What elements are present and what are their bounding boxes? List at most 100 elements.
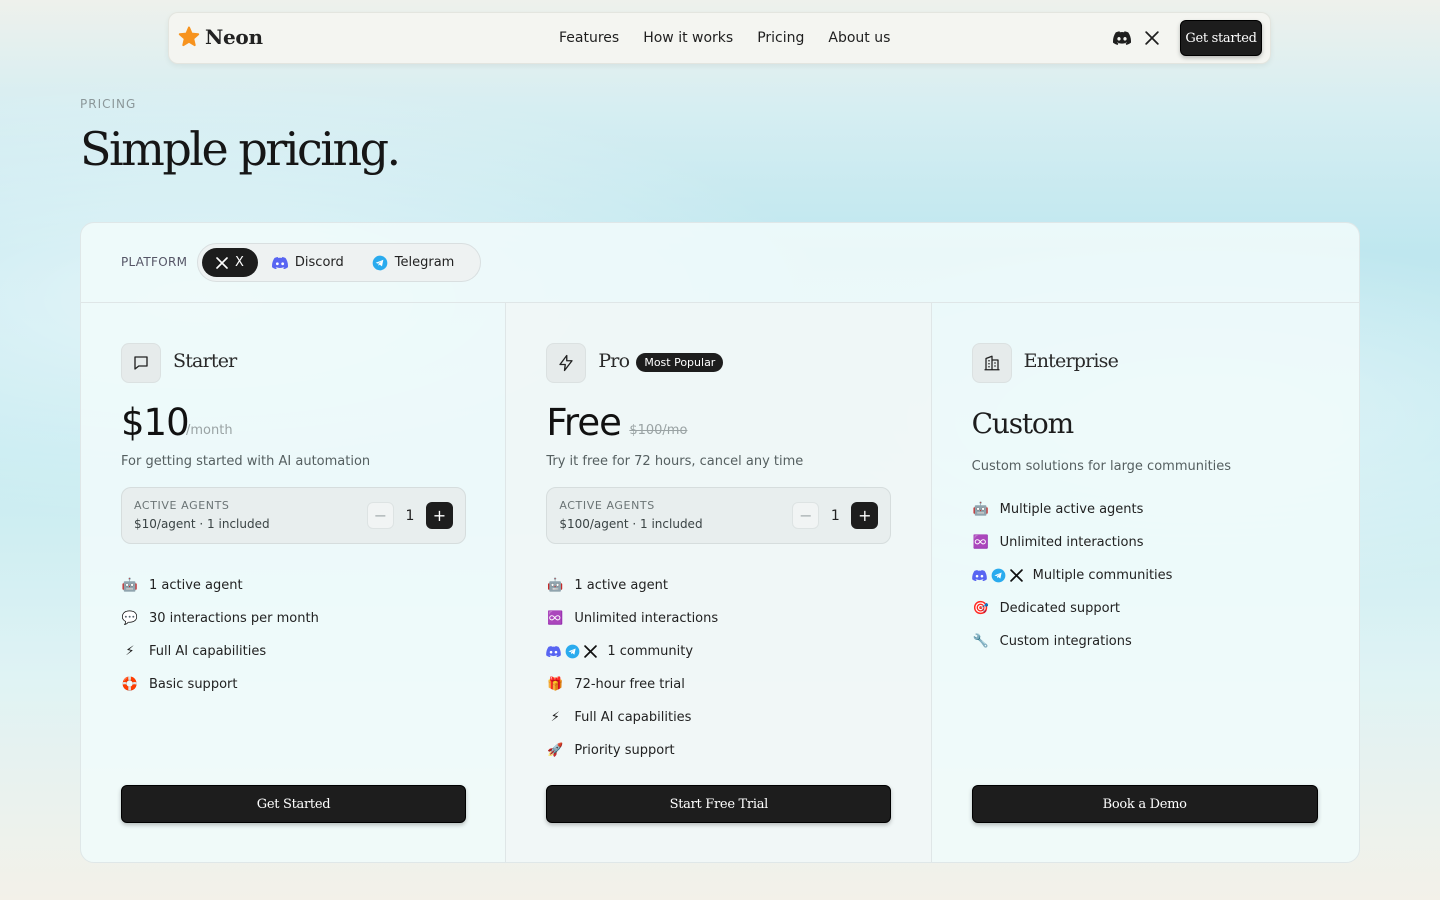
feature-text: Priority support [574, 743, 675, 758]
list-item: ⚡ Full AI capabilities [121, 635, 319, 668]
agents-stepper: − 1 + [792, 502, 879, 529]
feature-list: 🤖 1 active agent 💬 30 interactions per mon… [121, 569, 319, 701]
feature-text: Dedicated support [999, 601, 1121, 616]
plan-description: Custom solutions for large communities [971, 459, 1232, 474]
platform-icons [971, 568, 1023, 583]
decrement-button[interactable]: − [792, 502, 820, 529]
plan-original-price: $100/mo [629, 423, 688, 438]
agents-label: ACTIVE AGENTS [559, 499, 655, 512]
list-item: 💬 30 interactions per month [121, 602, 319, 635]
wrench-icon: 🔧 [972, 634, 989, 649]
chat-bubble-icon [121, 343, 161, 383]
robot-icon: 🤖 [972, 502, 989, 517]
book-demo-button[interactable]: Book a Demo [971, 785, 1318, 823]
discord-icon[interactable] [1112, 28, 1132, 48]
platform-icons [546, 644, 598, 659]
nav-right: Get started [1112, 20, 1262, 56]
list-item: 🔧 Custom integrations [972, 625, 1173, 658]
feature-text: Multiple communities [1032, 568, 1173, 583]
robot-icon: 🤖 [547, 578, 564, 593]
get-started-button[interactable]: Get started [1180, 20, 1262, 56]
list-item: 1 community [546, 635, 718, 668]
target-icon: 🎯 [972, 601, 989, 616]
list-item: 🤖 Multiple active agents [972, 493, 1173, 526]
x-icon [216, 256, 228, 269]
list-item: 🤖 1 active agent [546, 569, 718, 602]
list-item: Multiple communities [971, 559, 1173, 592]
robot-icon: 🤖 [121, 578, 139, 593]
feature-text: Unlimited interactions [574, 611, 719, 626]
discord-icon [546, 646, 562, 657]
feature-text: Multiple active agents [999, 502, 1144, 517]
list-item: 🛟 Basic support [121, 668, 319, 701]
plan-card-starter: Starter $10 /month For getting started w… [81, 303, 507, 862]
feature-text: 1 active agent [149, 578, 243, 593]
pricing-panel: PLATFORM X Discord Telegram Starter $10 [80, 222, 1360, 863]
speech-bubble-icon: 💬 [121, 611, 139, 626]
telegram-icon [565, 644, 580, 659]
section-eyebrow: PRICING [80, 97, 137, 111]
active-agents-box: ACTIVE AGENTS $10/agent · 1 included − 1… [121, 487, 466, 544]
feature-text: Full AI capabilities [149, 644, 267, 659]
platform-option-discord[interactable]: Discord [258, 248, 358, 277]
nav-link-features[interactable]: Features [559, 30, 619, 46]
building-icon [971, 343, 1012, 383]
nav-link-pricing[interactable]: Pricing [757, 30, 804, 46]
lightning-icon: ⚡ [125, 644, 135, 659]
x-icon[interactable] [1142, 28, 1162, 48]
increment-button[interactable]: + [851, 502, 879, 529]
brand-name: Neon [205, 25, 263, 49]
page-title: Simple pricing. [80, 122, 401, 176]
plans-row: Starter $10 /month For getting started w… [81, 303, 1359, 862]
plan-price: Free [546, 401, 622, 444]
platform-option-label: Discord [294, 255, 344, 270]
feature-text: Custom integrations [999, 634, 1132, 649]
list-item: 🤖 1 active agent [121, 569, 319, 602]
nav-link-how-it-works[interactable]: How it works [643, 30, 733, 46]
plan-description: For getting started with AI automation [121, 454, 371, 469]
platform-option-telegram[interactable]: Telegram [358, 248, 469, 277]
plan-price: Custom [971, 407, 1075, 440]
most-popular-badge: Most Popular [636, 353, 724, 372]
list-item: ♾️ Unlimited interactions [546, 602, 718, 635]
list-item: 🎁 72-hour free trial [546, 668, 718, 701]
top-nav: Neon Features How it works Pricing About… [168, 12, 1271, 64]
platform-switcher: X Discord Telegram [197, 243, 481, 282]
start-free-trial-button[interactable]: Start Free Trial [546, 785, 892, 823]
telegram-icon [991, 568, 1006, 583]
platform-option-x[interactable]: X [202, 248, 258, 277]
plan-name: Pro [598, 350, 630, 372]
feature-list: 🤖 Multiple active agents ♾️ Unlimited inte… [971, 493, 1173, 658]
plan-card-enterprise: Enterprise Custom Custom solutions for l… [932, 303, 1359, 862]
lightning-icon: ⚡ [550, 710, 560, 725]
brand[interactable]: Neon [177, 25, 263, 49]
decrement-button[interactable]: − [367, 502, 394, 529]
list-item: ⚡ Full AI capabilities [546, 701, 718, 734]
agents-stepper: − 1 + [367, 502, 453, 529]
agents-count: 1 [830, 507, 840, 524]
lightning-icon [546, 343, 587, 383]
increment-button[interactable]: + [426, 502, 453, 529]
plan-name: Enterprise [1023, 350, 1119, 372]
feature-text: 1 active agent [574, 578, 668, 593]
feature-text: Full AI capabilities [574, 710, 692, 725]
get-started-plan-button[interactable]: Get Started [121, 785, 466, 823]
list-item: 🎯 Dedicated support [972, 592, 1173, 625]
feature-text: 72-hour free trial [574, 677, 685, 692]
list-item: 🚀 Priority support [546, 734, 718, 767]
agents-label: ACTIVE AGENTS [134, 499, 230, 512]
platform-option-label: Telegram [394, 255, 455, 270]
platform-bar: PLATFORM X Discord Telegram [81, 223, 1359, 303]
platform-option-label: X [235, 255, 244, 270]
plan-price-period: /month [186, 423, 233, 438]
infinity-icon: ♾️ [547, 611, 564, 626]
plan-name: Starter [173, 350, 237, 372]
x-icon [584, 645, 598, 658]
x-icon [1009, 569, 1023, 582]
agents-rate: $100/agent · 1 included [559, 517, 703, 531]
nav-link-about-us[interactable]: About us [828, 30, 890, 46]
active-agents-box: ACTIVE AGENTS $100/agent · 1 included − … [546, 487, 892, 544]
discord-icon [971, 570, 987, 581]
feature-text: 30 interactions per month [149, 611, 319, 626]
rocket-icon: 🚀 [547, 743, 564, 758]
